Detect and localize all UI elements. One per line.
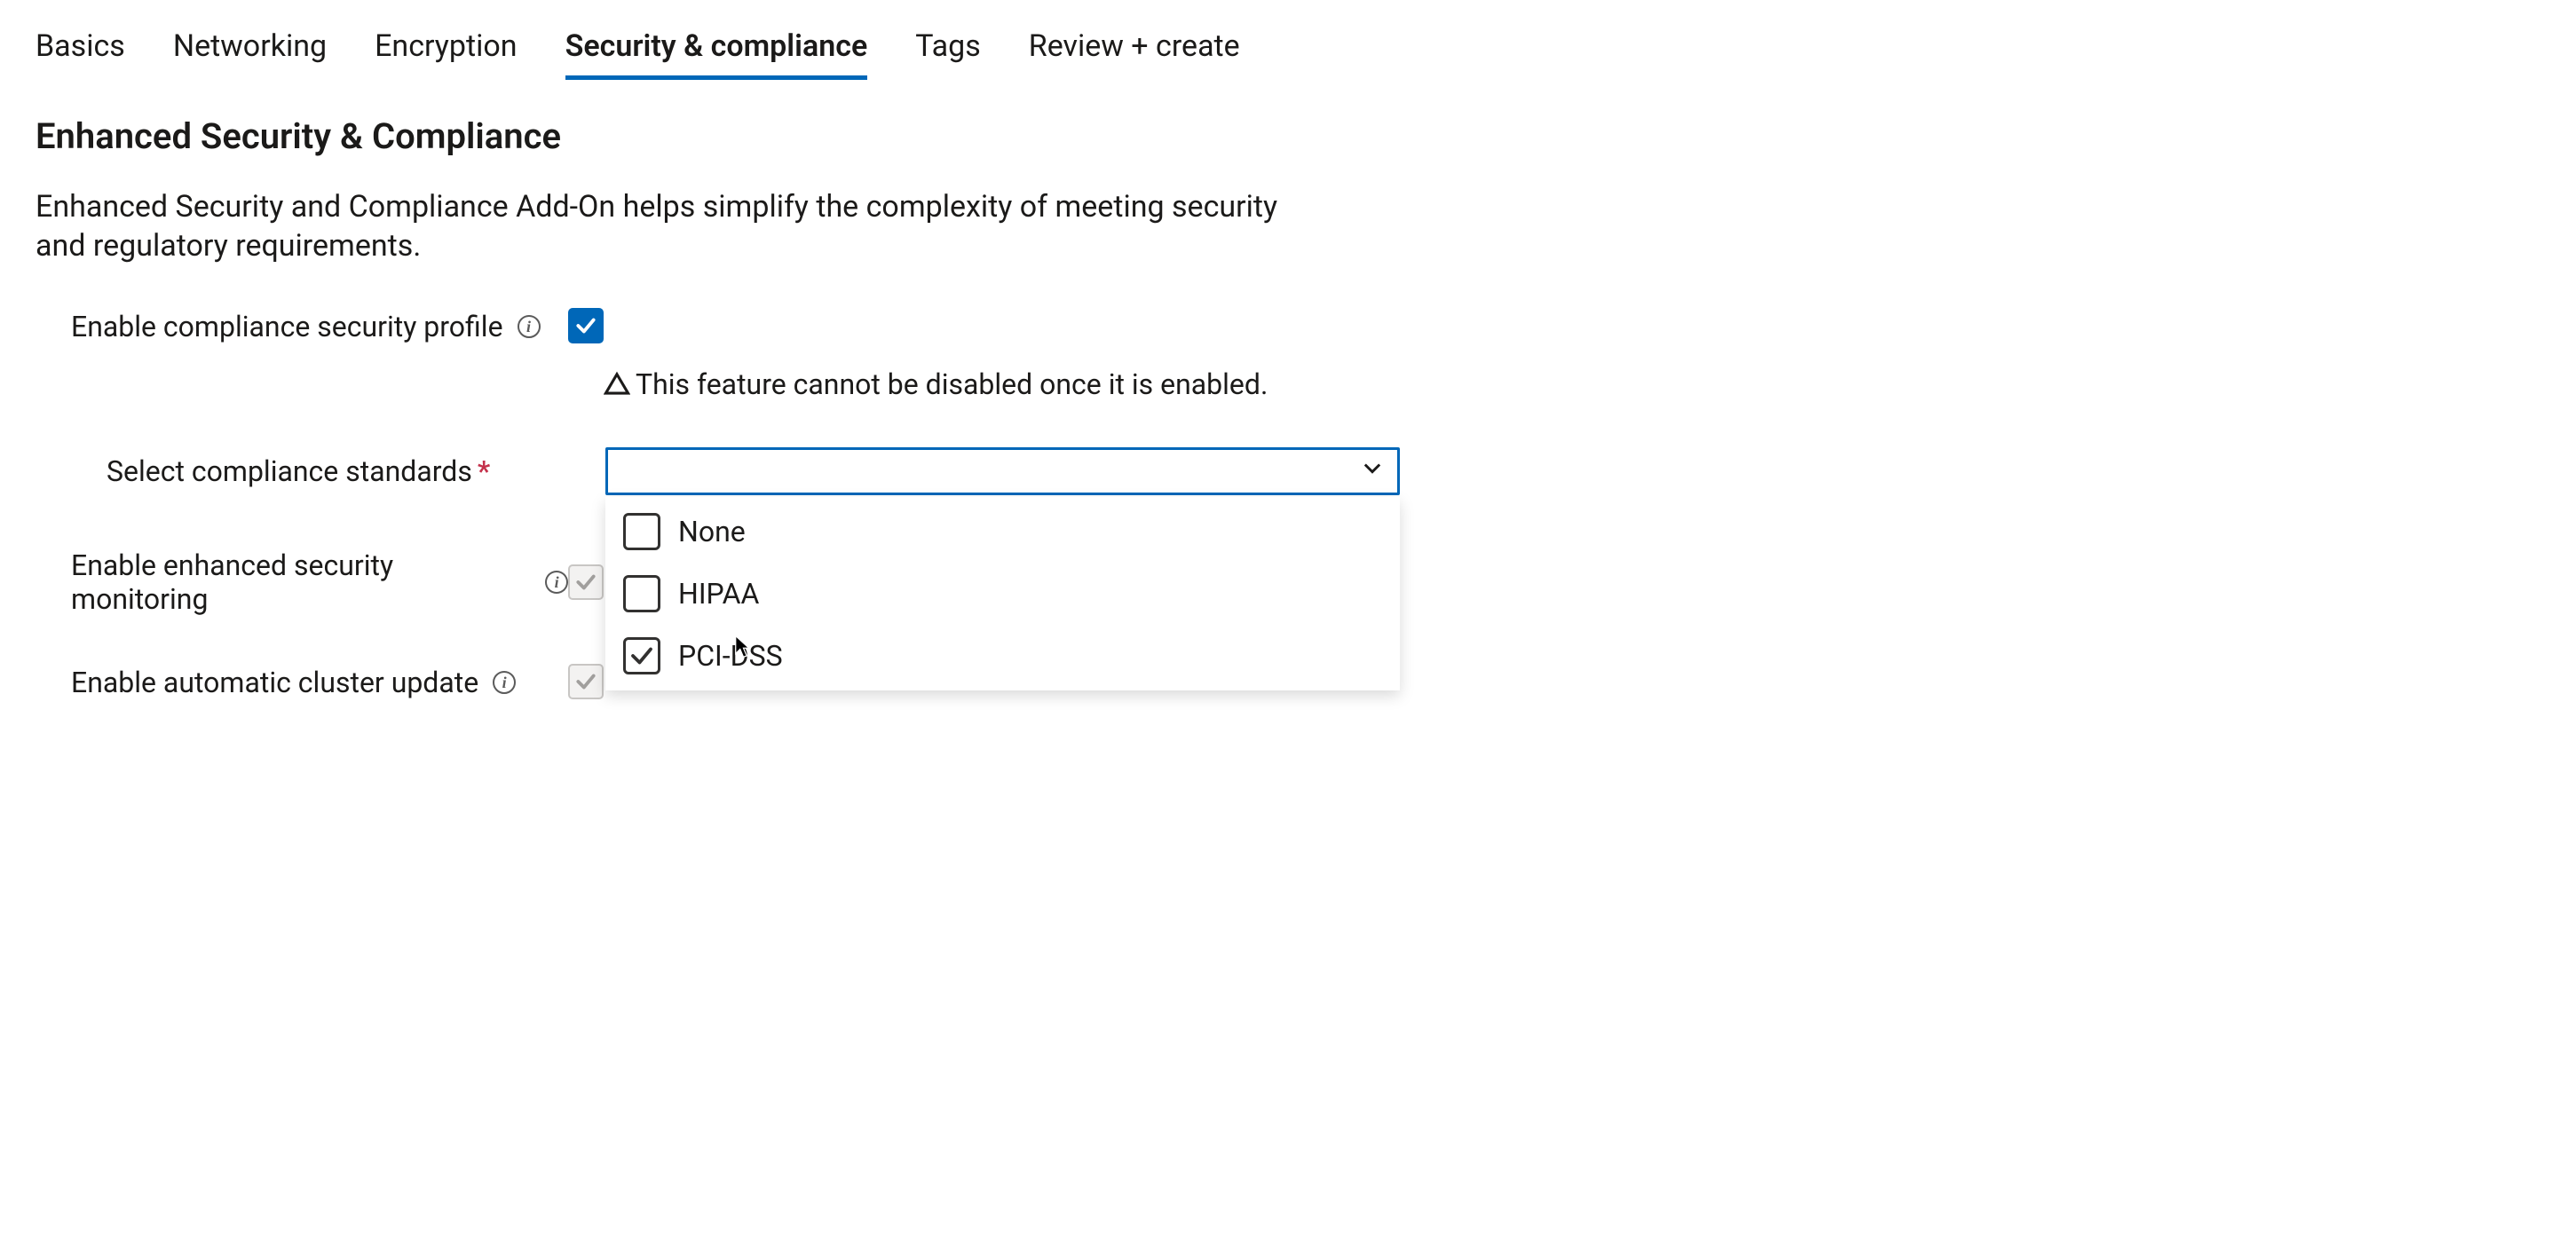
tab-encryption[interactable]: Encryption [375,18,517,80]
row-compliance-standards: Select compliance standards * None HIPAA [36,447,2540,495]
checkmark-icon [574,670,597,693]
option-hipaa[interactable]: HIPAA [605,563,1400,625]
tab-networking[interactable]: Networking [173,18,327,80]
section-description: Enhanced Security and Compliance Add-On … [36,187,1296,265]
tab-security-compliance[interactable]: Security & compliance [565,18,868,80]
info-icon[interactable]: i [518,315,541,338]
warning-feature-permanent: This feature cannot be disabled once it … [604,367,2540,401]
tab-basics[interactable]: Basics [36,18,125,80]
warning-icon [604,371,630,398]
checkbox-enable-compliance-profile[interactable] [568,308,604,343]
label-auto-cluster-update: Enable automatic cluster update i [71,666,568,699]
option-label: None [678,515,746,548]
checkmark-icon [628,518,655,545]
label-text: Enable enhanced security monitoring [71,548,531,616]
required-asterisk: * [478,454,490,488]
compliance-standards-dropdown: None HIPAA PCI-DSS [605,497,1400,690]
chevron-down-icon [1360,455,1385,487]
info-icon[interactable]: i [493,671,516,694]
warning-text: This feature cannot be disabled once it … [636,367,1268,401]
label-compliance-standards: Select compliance standards * [107,454,568,488]
checkmark-icon [628,643,655,669]
option-label: HIPAA [678,577,759,611]
label-text: Select compliance standards [107,454,472,488]
form-tabs: Basics Networking Encryption Security & … [36,18,2540,80]
label-enhanced-monitoring: Enable enhanced security monitoring i [71,548,568,616]
tab-tags[interactable]: Tags [915,18,981,80]
option-checkbox[interactable] [623,575,660,612]
option-checkbox[interactable] [623,637,660,674]
option-label: PCI-DSS [678,639,783,673]
section-title: Enhanced Security & Compliance [36,115,2540,157]
tab-review-create[interactable]: Review + create [1029,18,1240,80]
option-pci-dss[interactable]: PCI-DSS [605,625,1400,687]
info-icon[interactable]: i [545,571,568,594]
option-none[interactable]: None [605,501,1400,563]
label-enable-compliance-profile: Enable compliance security profile i [71,310,568,343]
checkbox-auto-cluster-update [568,664,604,699]
label-text: Enable automatic cluster update [71,666,478,699]
checkmark-icon [628,580,655,607]
compliance-standards-select[interactable] [605,447,1400,495]
compliance-standards-select-wrapper: None HIPAA PCI-DSS [605,447,1400,495]
row-enable-compliance-profile: Enable compliance security profile i [36,308,2540,344]
checkmark-icon [574,314,597,337]
option-checkbox[interactable] [623,513,660,550]
label-text: Enable compliance security profile [71,310,503,343]
checkmark-icon [574,571,597,594]
checkbox-enhanced-monitoring [568,564,604,600]
